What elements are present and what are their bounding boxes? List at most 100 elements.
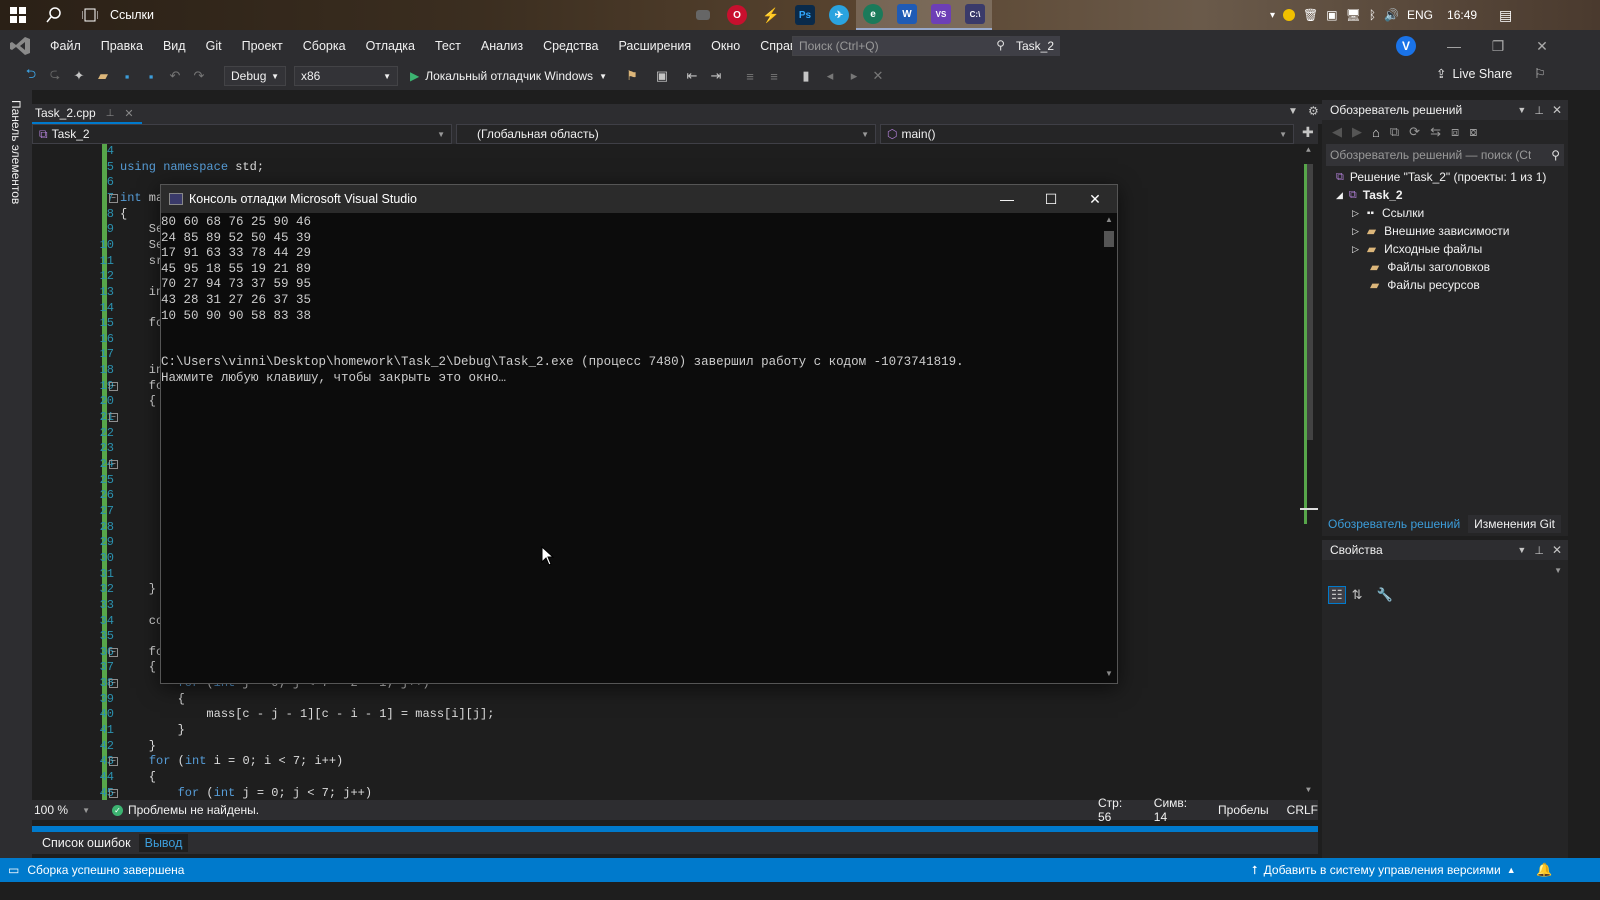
- taskbar-app-telegram[interactable]: ✈: [822, 0, 856, 30]
- scope-dropdown[interactable]: (Глобальная область) ▼: [456, 124, 876, 144]
- comment-icon[interactable]: ≡: [739, 65, 761, 87]
- save-all-icon[interactable]: ▪: [140, 65, 162, 87]
- platform-select[interactable]: x86 ▼: [294, 66, 398, 86]
- pin-icon[interactable]: ⊥: [1534, 544, 1544, 557]
- bookmark-icon[interactable]: ▮: [795, 65, 817, 87]
- tab-list-dropdown-icon[interactable]: ▼: [1288, 106, 1298, 117]
- live-share-button[interactable]: ⇪ Live Share: [1436, 66, 1512, 82]
- show-all-icon[interactable]: ⧇: [1469, 124, 1477, 140]
- taskbar-app-visual-studio[interactable]: VS: [924, 0, 958, 30]
- menu-item[interactable]: Расширения: [608, 39, 701, 53]
- scroll-up-icon[interactable]: ▲: [1105, 215, 1113, 224]
- clear-bookmarks-icon[interactable]: ✕: [867, 65, 889, 87]
- feedback-icon[interactable]: ⚐: [1534, 66, 1546, 82]
- prev-bookmark-icon[interactable]: ◂: [819, 65, 841, 87]
- forward-icon[interactable]: ⮎: [44, 65, 66, 87]
- console-scrollbar-thumb[interactable]: [1104, 231, 1114, 247]
- tree-project[interactable]: ◢ ⧉ Task_2: [1336, 188, 1403, 202]
- pin-icon[interactable]: ⊥: [106, 108, 115, 119]
- uncomment-icon[interactable]: ≡: [763, 65, 785, 87]
- editor-vertical-scrollbar[interactable]: ▲ ▼: [1300, 144, 1318, 800]
- tray-shield-icon[interactable]: ▣: [1326, 8, 1337, 22]
- fold-toggle-icon[interactable]: −: [109, 679, 118, 689]
- toolbox-tab[interactable]: Панель элементов: [9, 100, 23, 204]
- close-icon[interactable]: ✕: [1552, 543, 1562, 557]
- line-endings[interactable]: CRLF: [1287, 803, 1318, 817]
- trash-icon[interactable]: 🗑: [1303, 8, 1318, 22]
- fold-toggle-icon[interactable]: −: [109, 413, 118, 423]
- menu-item[interactable]: Средства: [533, 39, 608, 53]
- menu-item[interactable]: Git: [196, 39, 232, 53]
- fold-toggle-icon[interactable]: −: [109, 460, 118, 469]
- fold-toggle-icon[interactable]: −: [109, 647, 118, 657]
- chevron-down-icon[interactable]: ▼: [1517, 105, 1526, 115]
- chevron-down-icon[interactable]: ▼: [1517, 545, 1526, 555]
- taskbar-app-edge[interactable]: e: [856, 0, 890, 30]
- screen-icon[interactable]: ▣: [651, 65, 673, 87]
- fold-toggle-icon[interactable]: −: [109, 757, 118, 767]
- alphabetical-icon[interactable]: ⇅: [1352, 587, 1363, 603]
- back-icon[interactable]: ⮌: [20, 65, 42, 87]
- project-dropdown[interactable]: ⧉ Task_2 ▼: [32, 124, 452, 144]
- tree-item-source-files[interactable]: ▷ ▰ Исходные файлы: [1352, 242, 1482, 256]
- fold-toggle-icon[interactable]: −: [109, 381, 118, 391]
- menu-item[interactable]: Анализ: [471, 39, 533, 53]
- bluetooth-icon[interactable]: ᛒ: [1369, 8, 1376, 22]
- menu-item[interactable]: Тест: [425, 39, 471, 53]
- taskbar-app-opera[interactable]: O: [720, 0, 754, 30]
- start-button[interactable]: [0, 0, 36, 30]
- scroll-down-icon[interactable]: ▼: [1105, 669, 1113, 678]
- maximize-button[interactable]: ❐: [1476, 32, 1520, 60]
- tree-item-header-files[interactable]: ▰ Файлы заголовков: [1370, 260, 1490, 274]
- settings-gear-icon[interactable]: ⚙: [1308, 104, 1319, 118]
- console-maximize-button[interactable]: ☐: [1029, 185, 1073, 213]
- menu-item[interactable]: Отладка: [356, 39, 425, 53]
- chevron-up-icon[interactable]: ▾: [1270, 10, 1275, 21]
- global-search-input[interactable]: Поиск (Ctrl+Q) ⚲: [792, 36, 1012, 56]
- scroll-up-icon[interactable]: ▲: [1306, 146, 1311, 155]
- back-icon[interactable]: ◀: [1332, 124, 1342, 140]
- properties-object-select[interactable]: ▼: [1322, 560, 1568, 582]
- taskbar-search-button[interactable]: [36, 0, 72, 30]
- volume-icon[interactable]: 🔊: [1384, 8, 1399, 22]
- sync-icon[interactable]: ⇆: [1430, 124, 1441, 140]
- task-view-button[interactable]: [72, 0, 108, 30]
- taskbar-links-label[interactable]: Ссылки: [110, 8, 154, 22]
- taskbar-app-console[interactable]: C:\: [958, 0, 992, 30]
- notification-bell-icon[interactable]: 🔔: [1536, 862, 1552, 878]
- forward-icon[interactable]: ▶: [1352, 124, 1362, 140]
- pin-icon[interactable]: ⊥: [1534, 104, 1544, 117]
- issues-indicator[interactable]: ✓ Проблемы не найдены.: [112, 803, 259, 817]
- tab-solution-explorer[interactable]: Обозреватель решений: [1322, 515, 1466, 533]
- split-editor-icon[interactable]: ✚: [1302, 124, 1314, 141]
- source-control-button[interactable]: ⭡ Добавить в систему управления версиями…: [1252, 858, 1516, 882]
- categorized-icon[interactable]: ☷: [1328, 586, 1346, 604]
- scroll-down-icon[interactable]: ▼: [1306, 786, 1311, 795]
- run-debugger-button[interactable]: ▶ Локальный отладчик Windows ▼: [410, 69, 607, 83]
- console-title-bar[interactable]: Консоль отладки Microsoft Visual Studio …: [161, 185, 1117, 213]
- new-item-icon[interactable]: ✦: [68, 65, 90, 87]
- home-icon[interactable]: ⌂: [1372, 125, 1380, 140]
- tree-solution[interactable]: ⧉ Решение "Task_2" (проекты: 1 из 1): [1336, 170, 1546, 184]
- step-icon[interactable]: ⇤: [681, 65, 703, 87]
- tab-task-2-cpp[interactable]: Task_2.cpp ⊥ ✕: [32, 104, 142, 124]
- taskbar-app-word[interactable]: W: [890, 0, 924, 30]
- console-minimize-button[interactable]: —: [985, 185, 1029, 213]
- language-indicator[interactable]: ENG: [1407, 8, 1433, 22]
- tab-output[interactable]: Вывод: [138, 834, 189, 852]
- property-pages-icon[interactable]: 🔧: [1377, 587, 1393, 603]
- taskbar-app-bolt[interactable]: ⚡: [754, 0, 788, 30]
- account-avatar[interactable]: V: [1396, 36, 1416, 56]
- member-dropdown[interactable]: ⬡ main() ▼: [880, 124, 1294, 144]
- step-over-icon[interactable]: ⇥: [705, 65, 727, 87]
- zoom-select[interactable]: 100 % ▼: [32, 803, 90, 817]
- menu-item[interactable]: Файл: [40, 39, 91, 53]
- switch-views-icon[interactable]: ⧉: [1390, 124, 1399, 140]
- menu-item[interactable]: Окно: [701, 39, 750, 53]
- menu-item[interactable]: Сборка: [293, 39, 356, 53]
- indent-mode[interactable]: Пробелы: [1218, 803, 1269, 817]
- open-folder-icon[interactable]: ▰: [92, 65, 114, 87]
- console-close-button[interactable]: ✕: [1073, 185, 1117, 213]
- attach-icon[interactable]: ⚑: [621, 65, 643, 87]
- next-bookmark-icon[interactable]: ▸: [843, 65, 865, 87]
